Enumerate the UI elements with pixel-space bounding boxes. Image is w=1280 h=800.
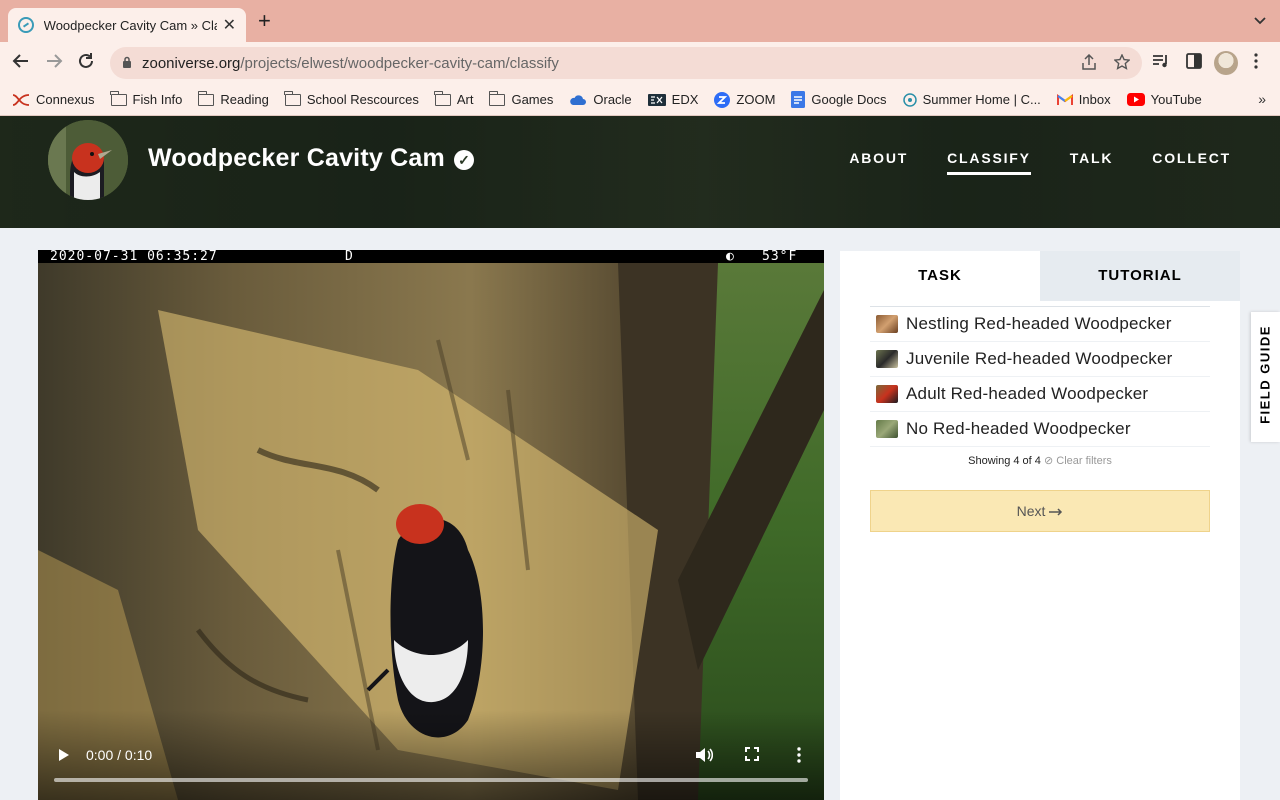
task-panel: TASK TUTORIAL Nestling Red-headed Woodpe… <box>840 251 1240 800</box>
folder-icon <box>434 90 451 106</box>
field-guide-label: FIELD GUIDE <box>1257 325 1273 424</box>
folder-icon <box>197 90 215 106</box>
side-panel-icon[interactable] <box>1186 53 1202 74</box>
edx-logo-icon <box>647 93 666 106</box>
bookmark-star-icon[interactable] <box>1113 53 1131 75</box>
fullscreen-icon[interactable] <box>745 747 759 766</box>
bookmarks-bar: Connexus Fish Info Reading School Rescou… <box>0 84 1280 116</box>
field-guide-tab[interactable]: FIELD GUIDE <box>1251 312 1280 442</box>
task-tabs: TASK TUTORIAL <box>840 251 1240 301</box>
bookmark-art[interactable]: Art <box>434 90 473 107</box>
answer-label: Juvenile Red-headed Woodpecker <box>906 349 1173 368</box>
bookmark-inbox[interactable]: Inbox <box>1056 92 1111 107</box>
bookmark-summer-home[interactable]: Summer Home | C... <box>902 92 1041 107</box>
lock-icon <box>123 56 131 68</box>
reload-icon[interactable] <box>75 52 97 74</box>
answer-thumbnail <box>876 350 898 368</box>
bookmarks-overflow-icon[interactable]: » <box>1258 91 1266 107</box>
browser-tab-active[interactable]: Woodpecker Cavity Cam » Classify ✕ <box>8 8 246 42</box>
share-icon[interactable] <box>1082 53 1096 75</box>
tab-search-chevron-icon[interactable] <box>1254 14 1266 28</box>
zooniverse-favicon-icon <box>18 17 34 33</box>
folder-icon <box>488 90 506 106</box>
nav-about[interactable]: ABOUT <box>849 150 908 175</box>
clear-filters-link[interactable]: ⊘ Clear filters <box>1044 455 1112 467</box>
camera-temperature: 53°F <box>762 250 798 264</box>
clear-filters-icon: ⊘ <box>1043 455 1054 467</box>
bookmark-school-rescources[interactable]: School Rescources <box>284 90 419 107</box>
answer-label: No Red-headed Woodpecker <box>906 419 1131 438</box>
new-tab-button[interactable]: + <box>258 10 271 32</box>
filter-status: Showing 4 of 4 ⊘ Clear filters <box>870 454 1210 467</box>
verified-check-icon: ✓ <box>454 150 474 170</box>
connexus-logo-icon <box>12 93 30 106</box>
docs-icon <box>791 91 806 108</box>
bookmark-zoom[interactable]: ZOOM <box>714 91 775 108</box>
answer-nestling[interactable]: Nestling Red-headed Woodpecker <box>870 307 1210 342</box>
answer-label: Adult Red-headed Woodpecker <box>906 384 1149 403</box>
bookmark-oracle[interactable]: Oracle <box>569 92 632 107</box>
bookmark-fish-info[interactable]: Fish Info <box>110 90 182 107</box>
media-control-icon[interactable] <box>1152 53 1170 74</box>
address-bar[interactable]: zooniverse.org/projects/elwest/woodpecke… <box>110 47 1142 79</box>
project-title[interactable]: Woodpecker Cavity Cam <box>148 144 445 173</box>
arrow-right-icon <box>1049 503 1063 519</box>
kebab-menu-icon[interactable] <box>1254 53 1258 74</box>
subject-video[interactable]: 2020-07-31 06:35:27 D ◐ 53°F 0:00 / 0:10 <box>38 250 824 800</box>
answer-thumbnail <box>876 420 898 438</box>
showing-count: Showing 4 of 4 <box>968 455 1041 467</box>
profile-avatar[interactable] <box>1214 51 1238 75</box>
site-icon <box>902 92 917 107</box>
project-header: Woodpecker Cavity Cam ✓ ABOUT CLASSIFY T… <box>0 116 1280 228</box>
next-button[interactable]: Next <box>870 490 1210 532</box>
bookmark-games[interactable]: Games <box>488 90 553 107</box>
bookmark-reading[interactable]: Reading <box>197 90 269 107</box>
video-options-icon[interactable] <box>797 747 801 768</box>
answer-label: Nestling Red-headed Woodpecker <box>906 314 1172 333</box>
video-scrubber[interactable] <box>54 778 808 782</box>
bookmark-youtube[interactable]: YouTube <box>1126 92 1202 107</box>
youtube-icon <box>1126 93 1145 106</box>
volume-icon[interactable] <box>695 747 714 768</box>
tab-tutorial[interactable]: TUTORIAL <box>1040 251 1240 301</box>
url-text: zooniverse.org/projects/elwest/woodpecke… <box>142 55 559 72</box>
back-arrow-icon[interactable] <box>10 52 32 74</box>
nav-collect[interactable]: COLLECT <box>1152 150 1231 175</box>
tab-task[interactable]: TASK <box>840 251 1040 301</box>
camera-timestamp: 2020-07-31 06:35:27 <box>50 250 218 264</box>
bookmark-google-docs[interactable]: Google Docs <box>791 91 887 108</box>
camera-day-flag: D <box>345 250 354 264</box>
browser-toolbar: zooniverse.org/projects/elwest/woodpecke… <box>0 42 1280 84</box>
browser-tabstrip: Woodpecker Cavity Cam » Classify ✕ + <box>0 0 1280 42</box>
tab-close-icon[interactable]: ✕ <box>223 15 236 35</box>
nav-talk[interactable]: TALK <box>1070 150 1114 175</box>
nav-classify[interactable]: CLASSIFY <box>947 150 1031 175</box>
moon-phase-icon: ◐ <box>726 250 735 264</box>
cloud-icon <box>570 94 587 105</box>
project-nav: ABOUT CLASSIFY TALK COLLECT <box>810 150 1231 175</box>
answer-juvenile[interactable]: Juvenile Red-headed Woodpecker <box>870 342 1210 377</box>
answer-none[interactable]: No Red-headed Woodpecker <box>870 412 1210 447</box>
tab-title: Woodpecker Cavity Cam » Classify <box>43 17 217 33</box>
answer-list: Nestling Red-headed Woodpecker Juvenile … <box>870 306 1210 447</box>
answer-thumbnail <box>876 315 898 333</box>
zoom-logo-icon <box>714 91 731 108</box>
camera-stamp-bar: 2020-07-31 06:35:27 D ◐ 53°F <box>38 250 824 263</box>
play-icon[interactable] <box>58 748 70 767</box>
folder-icon <box>284 90 301 106</box>
answer-thumbnail <box>876 385 898 403</box>
project-avatar[interactable] <box>48 120 128 200</box>
video-time-display: 0:00 / 0:10 <box>86 747 153 763</box>
bookmark-edx[interactable]: EDX <box>647 92 698 107</box>
answer-adult[interactable]: Adult Red-headed Woodpecker <box>870 377 1210 412</box>
forward-arrow-icon[interactable] <box>43 52 65 74</box>
gmail-icon <box>1056 93 1073 105</box>
bookmark-connexus[interactable]: Connexus <box>12 92 95 107</box>
folder-icon <box>110 90 127 106</box>
